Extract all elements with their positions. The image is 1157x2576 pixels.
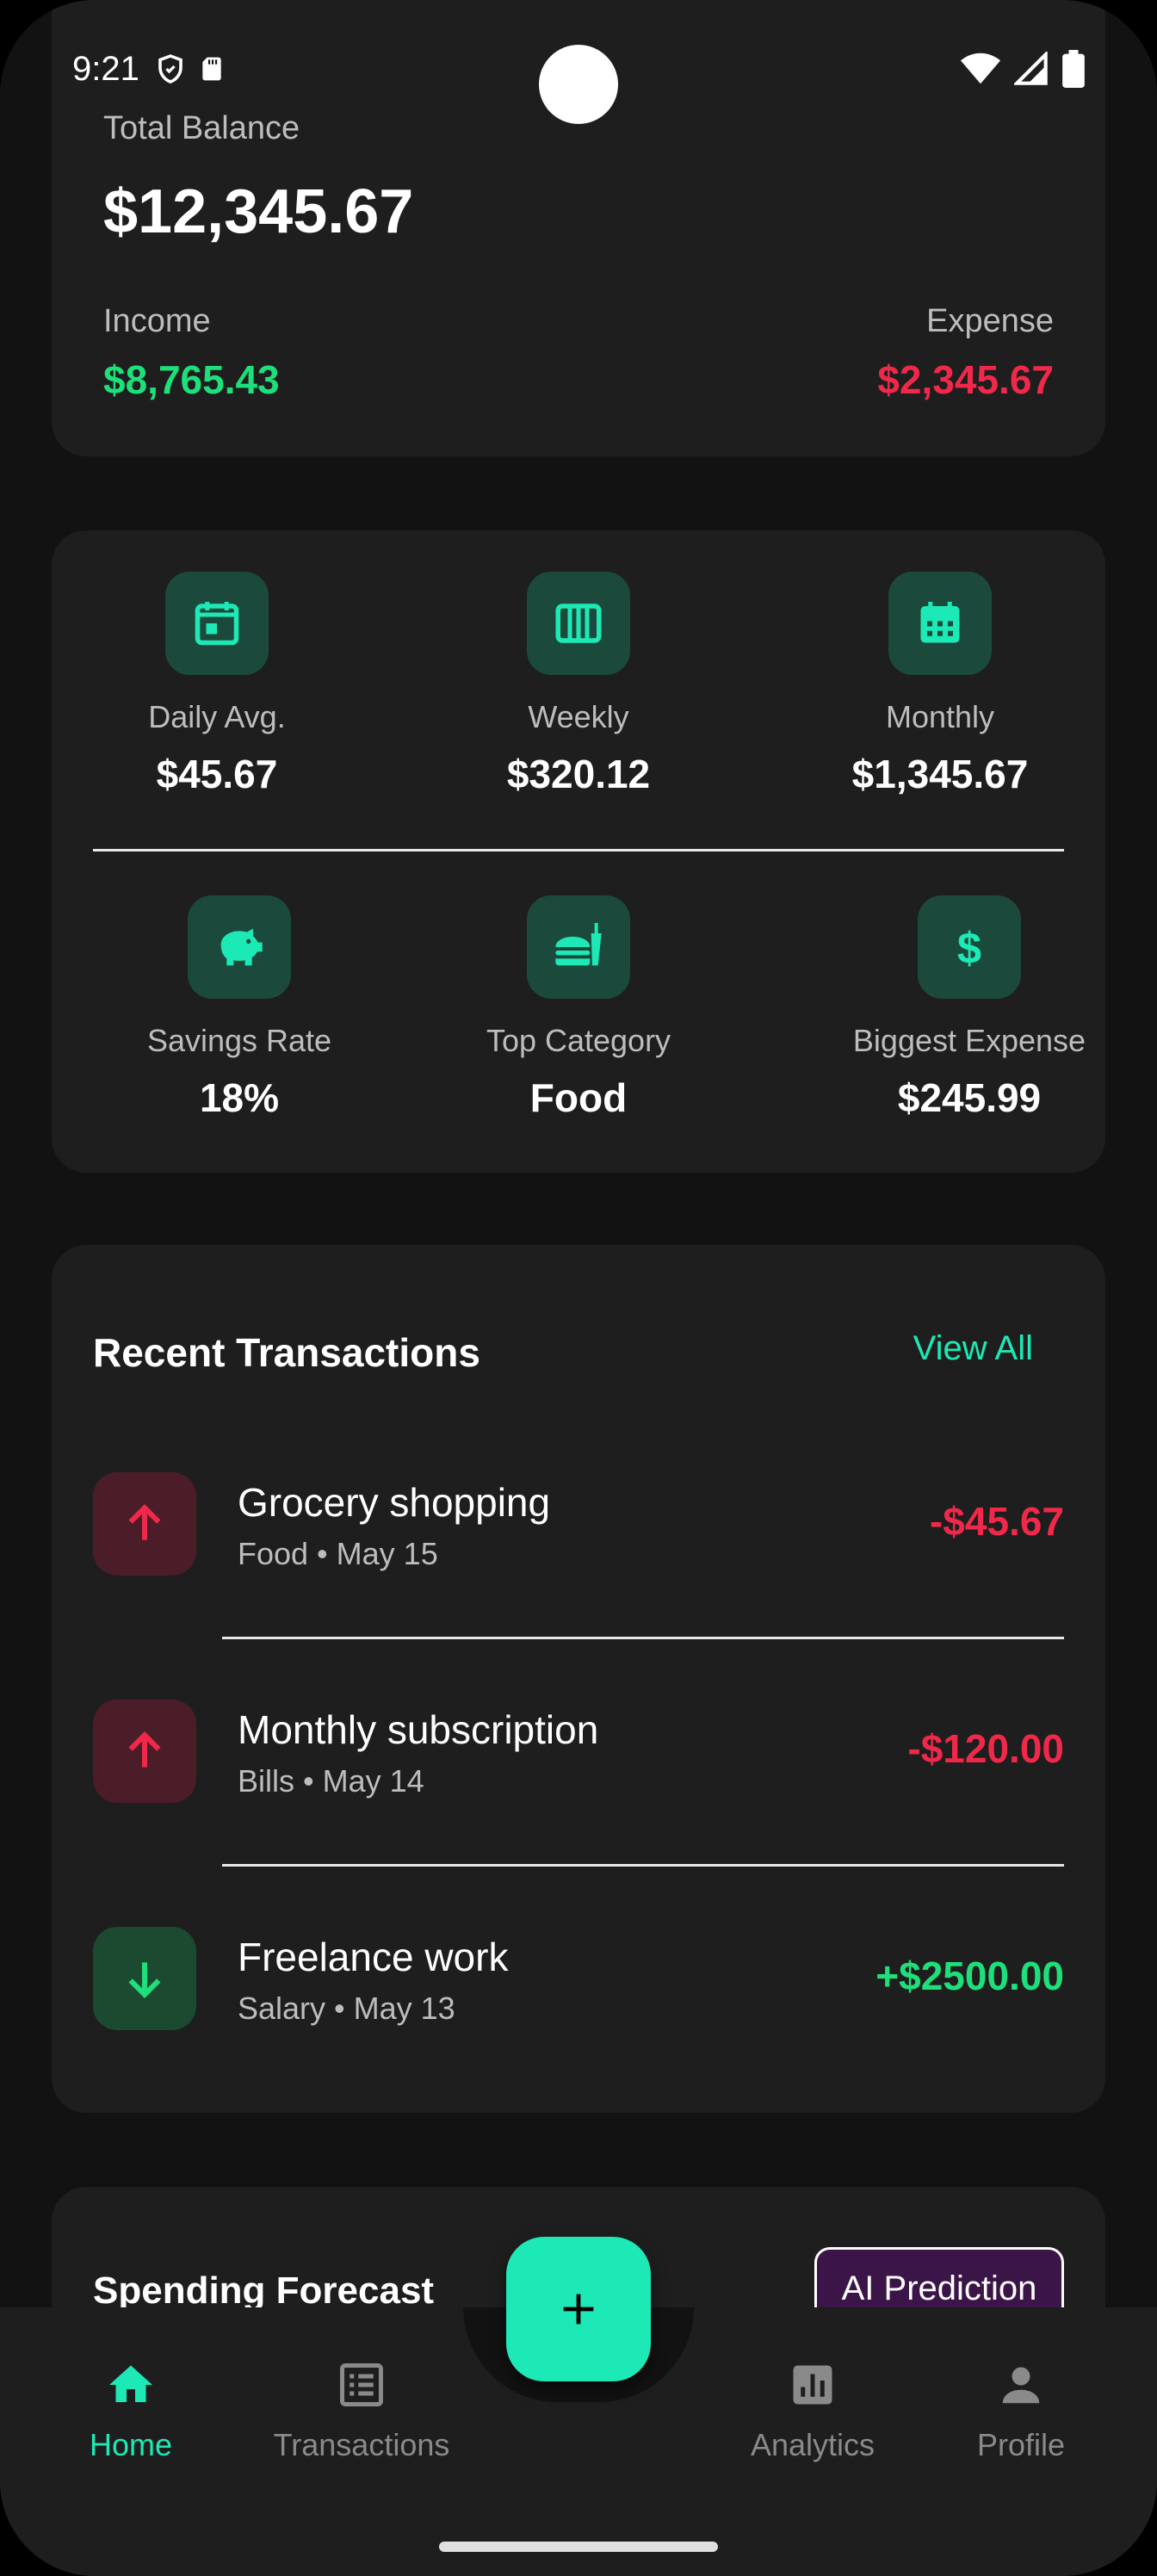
stat-value: 18% xyxy=(199,1075,280,1120)
stats-card: Daily Avg. $45.67 Weekly $320.12 Monthly… xyxy=(52,530,1105,1173)
stat-label: Biggest Expense xyxy=(852,1023,1086,1058)
transaction-row[interactable]: Freelance work Salary • May 13 +$2500.00 xyxy=(93,1927,1064,2030)
stat-monthly: Monthly $1,345.67 xyxy=(785,572,1095,797)
transaction-subtitle: Food • May 15 xyxy=(238,1536,438,1571)
stat-label: Savings Rate xyxy=(146,1023,332,1058)
nav-item-analytics[interactable]: Analytics xyxy=(701,2359,925,2463)
nav-item-profile[interactable]: Profile xyxy=(909,2359,1133,2463)
stat-top-category: Top Category Food xyxy=(424,895,733,1121)
stat-label: Weekly xyxy=(528,699,629,734)
piggy-bank-icon xyxy=(188,895,291,999)
calendar-week-icon xyxy=(527,572,630,675)
receipt-icon xyxy=(340,2363,383,2406)
person-icon xyxy=(1002,2367,1040,2404)
nav-label: Transactions xyxy=(273,2427,450,2462)
section-title: Spending Forecast xyxy=(93,2269,435,2312)
stat-daily-avg: Daily Avg. $45.67 xyxy=(62,572,372,797)
transaction-title: Monthly subscription xyxy=(238,1707,599,1752)
transaction-amount: -$45.67 xyxy=(929,1499,1064,1544)
calendar-month-icon xyxy=(888,572,992,675)
nav-label: Analytics xyxy=(750,2427,875,2462)
arrow-down-icon xyxy=(93,1927,196,2030)
stat-label: Daily Avg. xyxy=(148,699,286,734)
transaction-amount: +$2500.00 xyxy=(875,1954,1064,1998)
stat-value: $320.12 xyxy=(506,752,651,796)
wifi-icon xyxy=(961,53,1000,84)
nav-item-home[interactable]: Home xyxy=(19,2359,243,2463)
home-icon xyxy=(109,2365,152,2402)
stat-label: Top Category xyxy=(486,1023,671,1058)
shield-icon xyxy=(158,54,183,84)
stat-savings-rate: Savings Rate 18% xyxy=(84,895,394,1121)
front-camera xyxy=(539,45,618,124)
expense-value: $2,345.67 xyxy=(877,357,1054,402)
transaction-amount: -$120.00 xyxy=(907,1726,1064,1771)
income-label: Income xyxy=(103,303,211,339)
view-all-link[interactable]: View All xyxy=(913,1329,1033,1368)
stat-value: $45.67 xyxy=(156,752,278,796)
add-transaction-button[interactable] xyxy=(506,2237,651,2381)
analytics-icon xyxy=(793,2365,832,2405)
recent-transactions-card: Recent Transactions View All Grocery sho… xyxy=(52,1245,1105,2113)
stat-label: Monthly xyxy=(885,699,995,734)
transaction-title: Grocery shopping xyxy=(238,1480,551,1525)
svg-text:$: $ xyxy=(957,924,981,973)
stat-value: Food xyxy=(529,1075,628,1120)
section-title: Recent Transactions xyxy=(93,1330,480,1375)
arrow-up-icon xyxy=(93,1700,196,1803)
stats-divider xyxy=(93,849,1064,851)
stat-value: $245.99 xyxy=(897,1075,1042,1120)
fastfood-icon xyxy=(527,895,630,999)
stat-weekly: Weekly $320.12 xyxy=(424,572,733,797)
transaction-subtitle: Bills • May 14 xyxy=(238,1763,424,1799)
total-balance-value: $12,345.67 xyxy=(103,177,414,246)
transaction-title: Freelance work xyxy=(238,1935,509,1979)
dollar-icon: $ xyxy=(918,895,1021,999)
home-indicator[interactable] xyxy=(439,2542,718,2552)
income-value: $8,765.43 xyxy=(103,357,280,402)
plus-icon xyxy=(563,2294,594,2325)
battery-icon xyxy=(1062,50,1085,88)
stat-value: $1,345.67 xyxy=(851,752,1029,796)
transaction-row[interactable]: Grocery shopping Food • May 15 -$45.67 xyxy=(93,1472,1064,1576)
transaction-row[interactable]: Monthly subscription Bills • May 14 -$12… xyxy=(93,1700,1064,1803)
expense-label: Expense xyxy=(926,303,1054,339)
total-balance-label: Total Balance xyxy=(103,110,300,146)
transaction-divider xyxy=(222,1864,1064,1867)
sd-card-icon xyxy=(202,57,221,81)
cell-signal-icon xyxy=(1014,52,1048,85)
nav-label: Home xyxy=(89,2427,173,2462)
nav-label: Profile xyxy=(976,2427,1066,2462)
status-time: 9:21 xyxy=(72,49,139,88)
nav-item-transactions[interactable]: Transactions xyxy=(250,2359,473,2463)
arrow-up-icon xyxy=(93,1472,196,1576)
stat-biggest-expense: $ Biggest Expense $245.99 xyxy=(814,895,1124,1121)
calendar-day-icon xyxy=(165,572,269,675)
app-screen: Total Balance $12,345.67 Income $8,765.4… xyxy=(0,0,1157,2576)
transaction-divider xyxy=(222,1637,1064,1639)
transaction-subtitle: Salary • May 13 xyxy=(238,1991,455,2026)
